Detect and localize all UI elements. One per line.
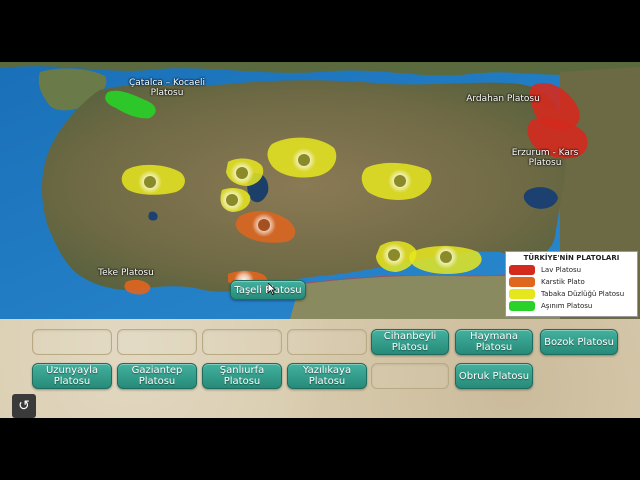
legend-label: Lav Platosu bbox=[541, 266, 582, 274]
legend-label: Tabaka Düzlüğü Platosu bbox=[541, 290, 625, 298]
tile-cihanbeyli[interactable]: Cihanbeyli Platosu bbox=[371, 329, 449, 355]
tile-haymana[interactable]: Haymana Platosu bbox=[455, 329, 533, 355]
drop-spot-core bbox=[298, 154, 310, 166]
drop-spot-core bbox=[258, 219, 270, 231]
label-catalca-kocaeli: Çatalca – Kocaeli Platosu bbox=[129, 78, 205, 98]
legend-row-karst: Karstik Plato bbox=[506, 276, 637, 288]
tile-gaziantep[interactable]: Gaziantep Platosu bbox=[117, 363, 197, 389]
legend-label: Karstik Plato bbox=[541, 278, 585, 286]
tile-obruk[interactable]: Obruk Platosu bbox=[455, 363, 533, 389]
empty-slot[interactable] bbox=[117, 329, 197, 355]
tile-yazilikaya[interactable]: Yazılıkaya Platosu bbox=[287, 363, 367, 389]
game-stage: Çatalca – Kocaeli Platosu Ardahan Platos… bbox=[0, 62, 640, 418]
drop-spot-core bbox=[394, 175, 406, 187]
empty-slot[interactable] bbox=[371, 363, 449, 389]
empty-slot[interactable] bbox=[32, 329, 112, 355]
drop-spot-core bbox=[440, 251, 452, 263]
tile-panel: Cihanbeyli Platosu Haymana Platosu Bozok… bbox=[0, 319, 640, 418]
reset-icon: ↺ bbox=[18, 398, 30, 414]
tile-uzunyayla[interactable]: Uzunyayla Platosu bbox=[32, 363, 112, 389]
mouse-cursor-icon bbox=[268, 283, 276, 295]
legend-swatch bbox=[509, 289, 535, 299]
empty-slot[interactable] bbox=[287, 329, 367, 355]
legend-label: Aşınım Platosu bbox=[541, 302, 593, 310]
tile-bozok[interactable]: Bozok Platosu bbox=[540, 329, 618, 355]
label-ardahan: Ardahan Platosu bbox=[466, 94, 540, 104]
label-teke: Teke Platosu bbox=[98, 268, 154, 278]
drop-spot-core bbox=[388, 249, 400, 261]
legend-row-erosion: Aşınım Platosu bbox=[506, 300, 637, 312]
map-legend: TÜRKİYE'NİN PLATOLARI Lav Platosu Karsti… bbox=[505, 251, 638, 317]
reset-button[interactable]: ↺ bbox=[12, 394, 36, 418]
tile-sanliurfa[interactable]: Şanlıurfa Platosu bbox=[202, 363, 282, 389]
legend-row-lava: Lav Platosu bbox=[506, 264, 637, 276]
label-erzurum-kars: Erzurum - Kars Platosu bbox=[511, 148, 579, 168]
legend-title: TÜRKİYE'NİN PLATOLARI bbox=[523, 254, 620, 262]
legend-swatch bbox=[509, 265, 535, 275]
drop-spot-core bbox=[144, 176, 156, 188]
legend-swatch bbox=[509, 301, 535, 311]
legend-row-layered: Tabaka Düzlüğü Platosu bbox=[506, 288, 637, 300]
drop-spot-core bbox=[236, 167, 248, 179]
empty-slot[interactable] bbox=[202, 329, 282, 355]
drop-spot-core bbox=[226, 194, 238, 206]
legend-swatch bbox=[509, 277, 535, 287]
